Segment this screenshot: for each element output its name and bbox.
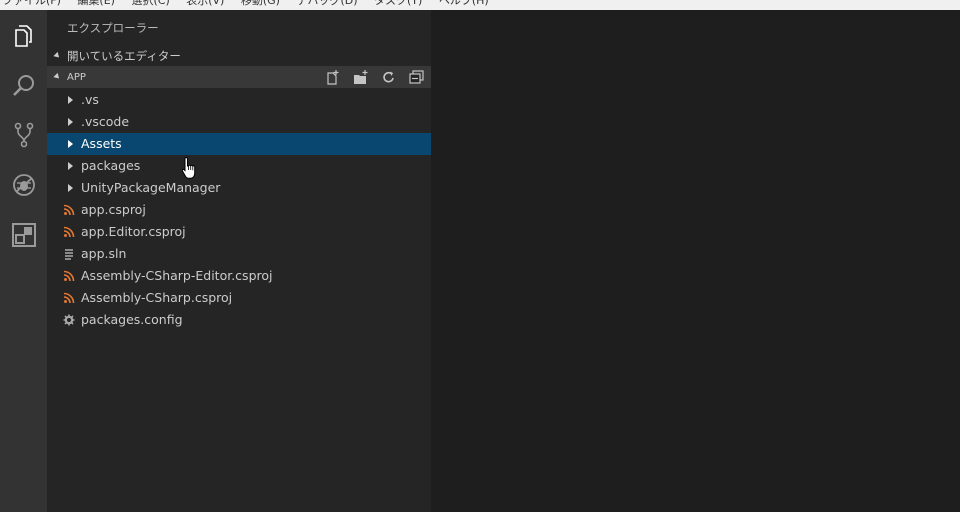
- tree-item-file[interactable]: packages.config: [47, 309, 431, 331]
- tree-item-label: Assets: [81, 136, 122, 151]
- tree-item-label: packages: [81, 158, 141, 173]
- rss-file-icon: [63, 204, 75, 216]
- activity-bar: [0, 10, 47, 512]
- tree-item-label: packages.config: [81, 312, 183, 327]
- tree-item-label: app.csproj: [81, 202, 146, 217]
- tree-item-folder[interactable]: packages: [47, 155, 431, 177]
- open-editors-section[interactable]: 開いているエディター: [47, 45, 431, 67]
- tree-item-label: .vs: [81, 92, 99, 107]
- menu-tasks[interactable]: タスク(T): [374, 0, 422, 6]
- menu-view[interactable]: 表示(V): [186, 0, 224, 6]
- tree-item-label: Assembly-CSharp-Editor.csproj: [81, 268, 273, 283]
- menu-debug[interactable]: デバッグ(D): [296, 0, 357, 6]
- menu-selection[interactable]: 選択(C): [131, 0, 169, 6]
- chevron-right-icon: [68, 118, 73, 126]
- tree-item-file[interactable]: app.sln: [47, 243, 431, 265]
- rss-file-icon: [63, 270, 75, 282]
- explorer-icon[interactable]: [0, 14, 47, 58]
- lines-file-icon: [65, 249, 73, 260]
- refresh-icon[interactable]: [380, 69, 397, 86]
- new-file-icon[interactable]: [324, 69, 341, 86]
- debug-icon[interactable]: [0, 163, 47, 207]
- chevron-right-icon: [68, 184, 73, 192]
- open-editors-label: 開いているエディター: [67, 49, 181, 63]
- tree-item-label: app.sln: [81, 246, 127, 261]
- editor-area[interactable]: [431, 10, 960, 512]
- tree-item-label: app.Editor.csproj: [81, 224, 186, 239]
- chevron-right-icon: [68, 162, 73, 170]
- menu-help[interactable]: ヘルプ(H): [439, 0, 489, 6]
- rss-file-icon: [63, 292, 75, 304]
- menu-file[interactable]: ファイル(F): [2, 0, 61, 6]
- tree-item-label: .vscode: [81, 114, 130, 129]
- tree-item-folder-selected[interactable]: Assets: [47, 133, 431, 155]
- search-icon[interactable]: [0, 64, 47, 108]
- folder-label: APP: [67, 71, 86, 83]
- tree-item-file[interactable]: app.Editor.csproj: [47, 221, 431, 243]
- new-folder-icon[interactable]: [352, 69, 369, 86]
- tree-item-label: Assembly-CSharp.csproj: [81, 290, 233, 305]
- tree-item-folder[interactable]: .vs: [47, 89, 431, 111]
- tree-item-folder[interactable]: UnityPackageManager: [47, 177, 431, 199]
- chevron-right-icon: [68, 96, 73, 104]
- folder-section-app[interactable]: APP: [47, 66, 431, 88]
- source-control-icon[interactable]: [0, 113, 47, 157]
- rss-file-icon: [63, 226, 75, 238]
- collapse-all-icon[interactable]: [408, 69, 425, 86]
- extensions-icon[interactable]: [0, 213, 47, 257]
- menu-edit[interactable]: 編集(E): [77, 0, 115, 6]
- menu-bar: ファイル(F) 編集(E) 選択(C) 表示(V) 移動(G) デバッグ(D) …: [0, 0, 960, 10]
- folder-actions: [324, 69, 425, 86]
- tree-item-label: UnityPackageManager: [81, 180, 221, 195]
- tree-item-file[interactable]: Assembly-CSharp-Editor.csproj: [47, 265, 431, 287]
- gear-file-icon: [63, 314, 75, 326]
- chevron-down-icon: [53, 51, 62, 60]
- explorer-sidebar: エクスプローラー 開いているエディター APP .vs .vscode Asse…: [47, 10, 431, 512]
- menu-go[interactable]: 移動(G): [241, 0, 280, 6]
- tree-item-file[interactable]: Assembly-CSharp.csproj: [47, 287, 431, 309]
- hand-pointer-icon: [181, 156, 196, 179]
- sidebar-title: エクスプローラー: [67, 21, 159, 35]
- tree-item-folder[interactable]: .vscode: [47, 111, 431, 133]
- chevron-right-icon: [68, 140, 73, 148]
- chevron-down-icon: [53, 72, 62, 81]
- tree-item-file[interactable]: app.csproj: [47, 199, 431, 221]
